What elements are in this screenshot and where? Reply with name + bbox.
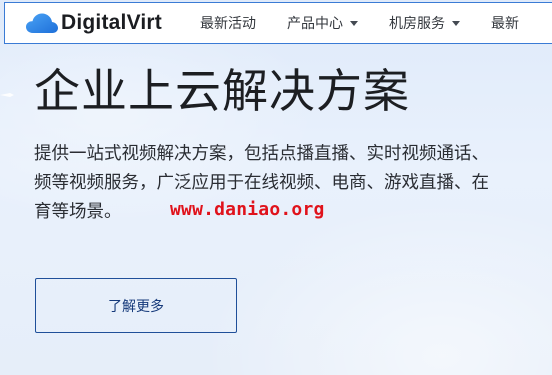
nav-item-latest[interactable]: 最新: [491, 13, 519, 33]
brand-name: DigitalVirt: [61, 11, 162, 34]
nav-item-label: 最新活动: [200, 16, 256, 32]
nav-item-label: 最新: [491, 16, 519, 32]
watermark-text: www.daniao.org: [170, 199, 325, 220]
nav-item-latest-activity[interactable]: 最新活动: [200, 13, 256, 33]
top-navbar: DigitalVirt 最新活动 产品中心 机房服务 最新: [4, 2, 552, 44]
hero-title: 企业上云解决方案: [34, 64, 410, 118]
brand-logo[interactable]: DigitalVirt: [25, 3, 162, 43]
chevron-down-icon: [350, 20, 358, 26]
nav-item-label: 产品中心: [287, 16, 343, 32]
cloud-icon: [25, 12, 59, 34]
chevron-down-icon: [452, 20, 460, 26]
hero-description-line: 频等视频服务，广泛应用于在线视频、电商、游戏直播、在: [34, 173, 489, 193]
nav-menu: 最新活动 产品中心 机房服务 最新: [200, 3, 550, 43]
hero-description-line: 提供一站式视频解决方案，包括点播直播、实时视频通话、: [34, 144, 489, 164]
nav-item-label: 机房服务: [389, 16, 445, 32]
learn-more-button[interactable]: 了解更多: [35, 278, 237, 333]
sparkle-icon: [0, 93, 14, 97]
nav-item-datacenter-services[interactable]: 机房服务: [389, 13, 460, 33]
nav-item-product-center[interactable]: 产品中心: [287, 13, 358, 33]
